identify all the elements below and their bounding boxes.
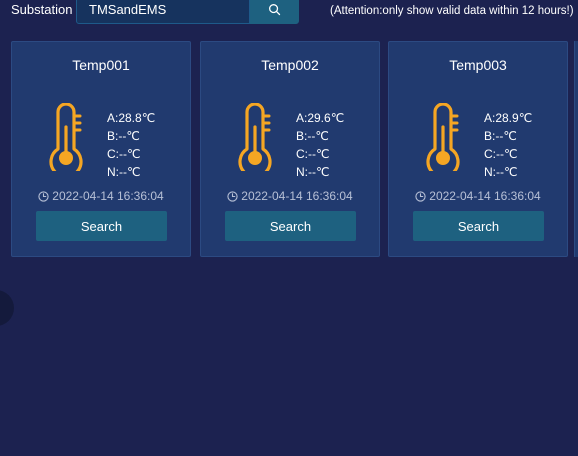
- thermometer-icon: [426, 103, 460, 171]
- timestamp-text: 2022-04-14 16:36:04: [429, 189, 541, 203]
- thermometer-icon: [238, 103, 272, 171]
- thermometer-icon: [49, 103, 83, 171]
- search-button[interactable]: Search: [413, 211, 544, 241]
- reading-c: C:--℃: [484, 147, 518, 161]
- card-title: Temp002: [261, 57, 319, 73]
- substation-label: Substation: [11, 2, 73, 17]
- attention-note: (Attention:only show valid data within 1…: [330, 5, 574, 17]
- readings: A:28.9℃ B:--℃ C:--℃ N:--℃: [484, 109, 532, 181]
- substation-search-button[interactable]: [250, 0, 299, 24]
- reading-b: B:--℃: [484, 129, 517, 143]
- reading-c: C:--℃: [296, 147, 330, 161]
- reading-a: A:28.9℃: [484, 111, 533, 125]
- sensor-card-temp002: Temp002 A:29.6℃ B:--℃ C:--℃ N:--℃ 2022-0…: [200, 41, 380, 257]
- reading-n: N:--℃: [107, 165, 141, 179]
- readings: A:29.6℃ B:--℃ C:--℃ N:--℃: [296, 109, 344, 181]
- floating-handle[interactable]: [0, 290, 14, 326]
- reading-c: C:--℃: [107, 147, 141, 161]
- reading-a: A:28.8℃: [107, 111, 156, 125]
- reading-b: B:--℃: [296, 129, 329, 143]
- clock-icon: [415, 191, 426, 202]
- clock-icon: [227, 191, 238, 202]
- toolbar: Substation (Attention:only show valid da…: [0, 0, 578, 26]
- substation-input[interactable]: [76, 0, 250, 24]
- timestamp: 2022-04-14 16:36:04: [201, 189, 379, 203]
- search-button[interactable]: Search: [36, 211, 167, 241]
- next-card-partial: [574, 41, 578, 257]
- clock-icon: [38, 191, 49, 202]
- readings: A:28.8℃ B:--℃ C:--℃ N:--℃: [107, 109, 155, 181]
- search-icon: [269, 3, 281, 15]
- card-title: Temp003: [449, 57, 507, 73]
- reading-b: B:--℃: [107, 129, 140, 143]
- timestamp-text: 2022-04-14 16:36:04: [52, 189, 164, 203]
- search-button[interactable]: Search: [225, 211, 356, 241]
- reading-n: N:--℃: [484, 165, 518, 179]
- timestamp: 2022-04-14 16:36:04: [389, 189, 567, 203]
- card-title: Temp001: [72, 57, 130, 73]
- sensor-card-temp003: Temp003 A:28.9℃ B:--℃ C:--℃ N:--℃ 2022-0…: [388, 41, 568, 257]
- timestamp: 2022-04-14 16:36:04: [12, 189, 190, 203]
- app-root: Substation (Attention:only show valid da…: [0, 0, 578, 456]
- sensor-card-temp001: Temp001 A:28.8℃ B:--℃ C:--℃ N:--℃ 2022-0…: [11, 41, 191, 257]
- reading-a: A:29.6℃: [296, 111, 345, 125]
- reading-n: N:--℃: [296, 165, 330, 179]
- timestamp-text: 2022-04-14 16:36:04: [241, 189, 353, 203]
